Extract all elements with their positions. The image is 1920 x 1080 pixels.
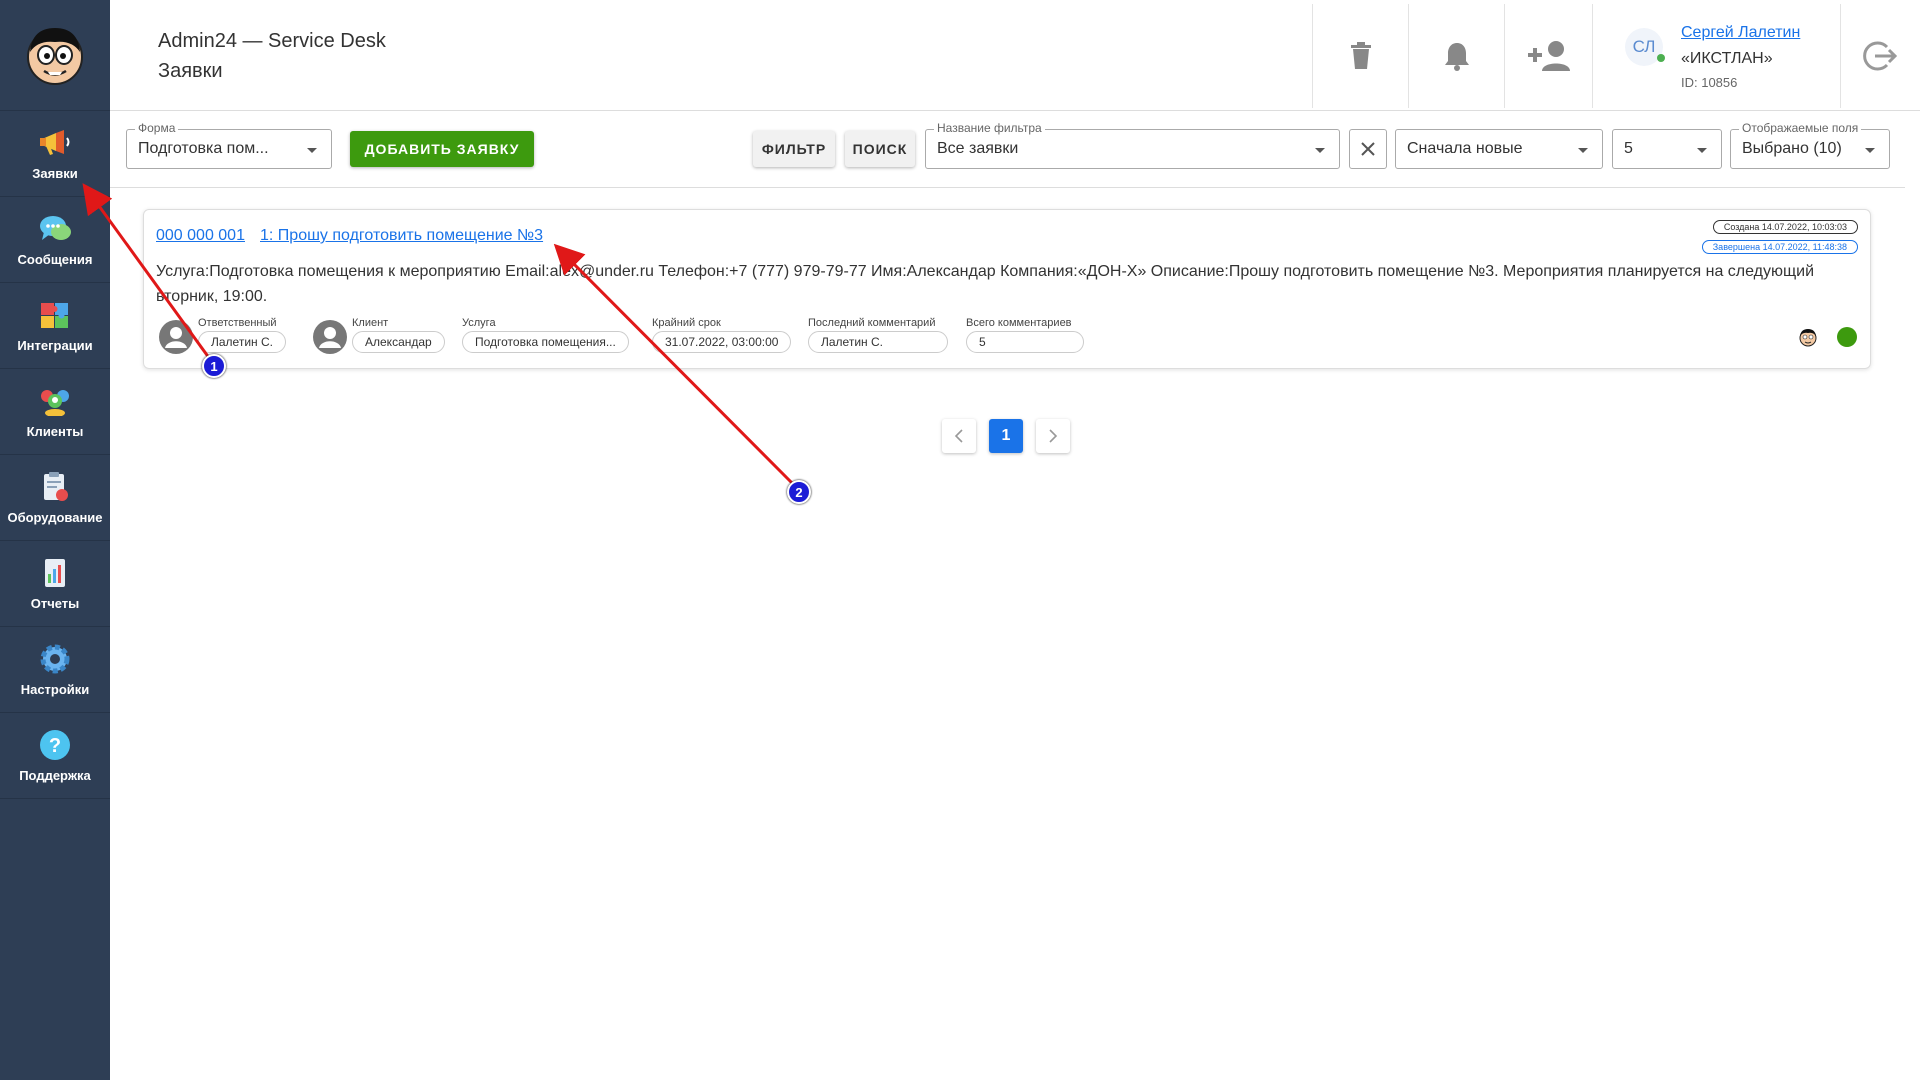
- svg-text:?: ?: [49, 735, 61, 757]
- report-icon: [38, 556, 72, 590]
- page-title: Заявки: [158, 60, 223, 82]
- total-comments-value: 5: [966, 331, 1084, 353]
- ticket-description: Услуга:Подготовка помещения к мероприяти…: [156, 263, 1815, 305]
- chevron-down-icon: [1697, 148, 1707, 153]
- add-ticket-button[interactable]: ДОБАВИТЬ ЗАЯВКУ: [350, 131, 534, 167]
- chevron-down-icon: [307, 148, 317, 153]
- user-id: ID: 10856: [1681, 75, 1738, 90]
- sidebar-item-label: Клиенты: [26, 424, 84, 439]
- ticket-card[interactable]: 000 000 001 1: Прошу подготовить помещен…: [143, 209, 1871, 369]
- sidebar-item-settings[interactable]: Настройки: [0, 627, 110, 713]
- sidebar-item-tickets[interactable]: Заявки: [0, 111, 110, 197]
- sidebar-item-support[interactable]: ? Поддержка: [0, 713, 110, 799]
- ticket-title-link[interactable]: 1: Прошу подготовить помещение №3: [260, 227, 543, 245]
- annotation-badge-1: 1: [202, 354, 226, 378]
- form-select[interactable]: Форма Подготовка пом...: [126, 121, 332, 169]
- chevron-down-icon: [1865, 148, 1875, 153]
- responsible-value: Лалетин С.: [198, 331, 286, 353]
- display-fields-value: Выбрано (10): [1742, 140, 1842, 157]
- trash-button[interactable]: [1312, 4, 1408, 108]
- user-org: «ИКСТЛАН»: [1681, 50, 1773, 67]
- sidebar-item-label: Отчеты: [30, 596, 80, 611]
- logout-button[interactable]: [1840, 4, 1916, 108]
- service-label: Услуга: [462, 317, 496, 329]
- deadline-label: Крайний срок: [652, 317, 721, 329]
- filter-name-select[interactable]: Название фильтра Все заявки: [925, 121, 1340, 169]
- responsible-avatar-icon: [159, 320, 193, 354]
- add-user-icon: [1527, 41, 1570, 71]
- chevron-down-icon: [1315, 148, 1325, 153]
- last-comment-value: Лалетин С.: [808, 331, 948, 353]
- sidebar-item-label: Заявки: [32, 166, 78, 181]
- ticket-number-link[interactable]: 000 000 001: [156, 227, 245, 245]
- last-comment-label: Последний комментарий: [808, 317, 936, 329]
- created-badge: Создана 14.07.2022, 10:03:03: [1712, 220, 1858, 234]
- filter-name-value: Все заявки: [937, 140, 1019, 157]
- completed-badge: Завершена 14.07.2022, 11:48:38: [1701, 240, 1858, 254]
- puzzle-icon: [38, 298, 72, 332]
- chevron-right-icon: [1049, 429, 1058, 443]
- sidebar-item-reports[interactable]: Отчеты: [0, 541, 110, 627]
- display-fields-label: Отображаемые поля: [1739, 121, 1862, 135]
- annotation-badge-2: 2: [787, 480, 811, 504]
- status-indicator: [1837, 327, 1857, 347]
- megaphone-icon: [38, 126, 72, 160]
- online-status-dot: [1657, 54, 1665, 62]
- form-select-value: Подготовка пом...: [138, 140, 269, 157]
- logout-icon: [1862, 41, 1897, 71]
- sort-select[interactable]: Сначала новые: [1395, 129, 1603, 169]
- form-select-label: Форма: [135, 121, 179, 135]
- notifications-button[interactable]: [1408, 4, 1504, 108]
- chevron-left-icon: [954, 429, 963, 443]
- sidebar-item-label: Поддержка: [19, 768, 91, 783]
- filter-button[interactable]: ФИЛЬТР: [753, 131, 835, 167]
- pagination-page-current[interactable]: 1: [989, 419, 1023, 453]
- close-icon: [1361, 142, 1375, 156]
- client-value: Александар: [352, 331, 445, 353]
- sidebar: Заявки Сообщения Интеграции Клиенты Обор…: [0, 0, 110, 1080]
- people-icon: [38, 384, 72, 418]
- gear-icon: [38, 642, 72, 676]
- sidebar-item-label: Интеграции: [17, 338, 93, 353]
- user-panel: СЛ Сергей Лалетин «ИКСТЛАН» ID: 10856: [1592, 4, 1840, 108]
- add-user-button[interactable]: [1504, 4, 1592, 108]
- sidebar-item-label: Настройки: [20, 682, 90, 697]
- header: Admin24 — Service Desk Заявки СЛ Сергей …: [110, 0, 1920, 111]
- pagination-prev-button[interactable]: [942, 419, 976, 453]
- sidebar-item-label: Сообщения: [17, 252, 93, 267]
- sidebar-item-clients[interactable]: Клиенты: [0, 369, 110, 455]
- clear-filter-button[interactable]: [1349, 129, 1387, 169]
- pagination-next-button[interactable]: [1036, 419, 1070, 453]
- per-page-select[interactable]: 5: [1612, 129, 1722, 169]
- total-comments-label: Всего комментариев: [966, 317, 1072, 329]
- trash-icon: [1350, 42, 1371, 69]
- search-button[interactable]: ПОИСК: [845, 131, 915, 167]
- question-icon: ?: [38, 728, 72, 762]
- clipboard-icon: [38, 470, 72, 504]
- client-label: Клиент: [352, 317, 389, 329]
- user-name-link[interactable]: Сергей Лалетин: [1681, 24, 1800, 42]
- app-title: Admin24 — Service Desk: [158, 30, 386, 52]
- per-page-value: 5: [1624, 140, 1633, 157]
- assignee-face-icon: [1799, 329, 1817, 347]
- logo[interactable]: [0, 0, 110, 111]
- display-fields-select[interactable]: Отображаемые поля Выбрано (10): [1730, 121, 1890, 169]
- sidebar-item-label: Оборудование: [7, 510, 103, 525]
- toolbar: Форма Подготовка пом... ДОБАВИТЬ ЗАЯВКУ …: [110, 112, 1905, 188]
- page-heading: Admin24 — Service Desk Заявки: [158, 26, 386, 86]
- deadline-value: 31.07.2022, 03:00:00: [652, 331, 792, 353]
- sort-value: Сначала новые: [1407, 140, 1523, 157]
- client-avatar-icon: [313, 320, 347, 354]
- bell-icon: [1444, 43, 1469, 71]
- filter-name-label: Название фильтра: [934, 121, 1045, 135]
- chat-bubbles-icon: [38, 212, 72, 246]
- sidebar-item-messages[interactable]: Сообщения: [0, 197, 110, 283]
- sidebar-item-integrations[interactable]: Интеграции: [0, 283, 110, 369]
- logo-face-icon: [27, 28, 83, 85]
- chevron-down-icon: [1578, 148, 1588, 153]
- responsible-label: Ответственный: [198, 317, 277, 329]
- service-value: Подготовка помещения...: [462, 331, 629, 353]
- sidebar-item-equipment[interactable]: Оборудование: [0, 455, 110, 541]
